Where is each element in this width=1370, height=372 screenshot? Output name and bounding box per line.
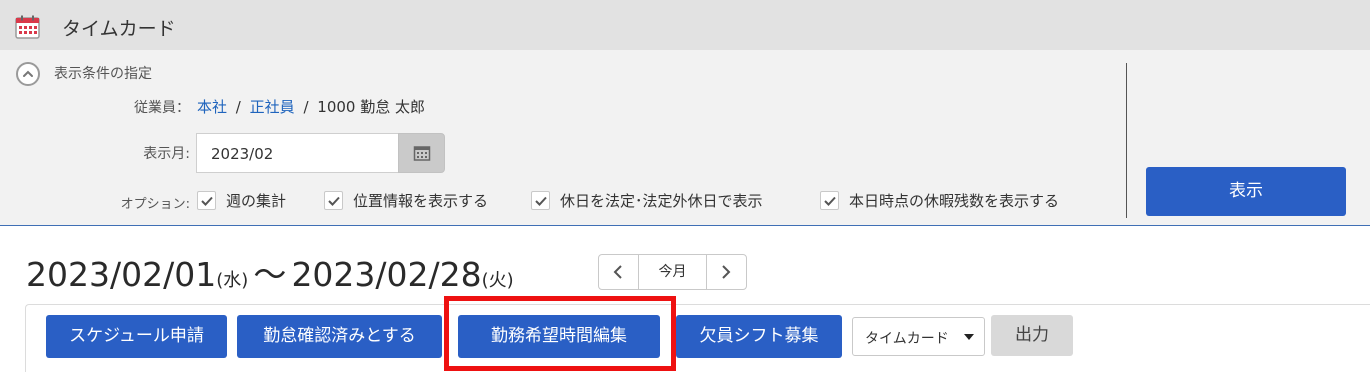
calendar-picker-button[interactable] bbox=[398, 133, 445, 173]
range-start-weekday: (水) bbox=[216, 270, 249, 291]
breadcrumb-separator: / bbox=[235, 98, 241, 116]
checkmark-icon bbox=[328, 196, 340, 206]
breadcrumb-separator: / bbox=[303, 98, 309, 116]
employee-breadcrumb: 本社 / 正社員 / 1000 勤怠 太郎 bbox=[197, 96, 425, 117]
checkmark-icon bbox=[535, 196, 547, 206]
output-button[interactable]: 出力 bbox=[991, 315, 1073, 356]
schedule-request-button[interactable]: スケジュール申請 bbox=[46, 315, 227, 358]
title-bar: タイムカード bbox=[0, 0, 1370, 50]
checkbox[interactable] bbox=[324, 191, 343, 210]
calendar-icon bbox=[413, 146, 431, 161]
highlight-box bbox=[444, 296, 676, 371]
vacancy-shift-recruit-button[interactable]: 欠員シフト募集 bbox=[676, 315, 842, 358]
employee-name: 1000 勤怠 太郎 bbox=[317, 98, 425, 116]
next-month-button[interactable] bbox=[706, 255, 746, 289]
checkbox[interactable] bbox=[531, 191, 550, 210]
collapse-toggle-button[interactable] bbox=[16, 62, 40, 86]
chevron-left-icon bbox=[613, 265, 622, 279]
month-input[interactable]: 2023/02 bbox=[196, 133, 399, 173]
filter-section-title: 表示条件の指定 bbox=[54, 66, 152, 82]
range-end-weekday: (火) bbox=[481, 270, 514, 291]
chevron-right-icon bbox=[722, 265, 731, 279]
output-format-select[interactable]: タイムカード bbox=[852, 317, 985, 356]
mark-attendance-confirmed-button[interactable]: 勤怠確認済みとする bbox=[237, 315, 442, 358]
checkbox[interactable] bbox=[197, 191, 216, 210]
select-value: タイムカード bbox=[865, 331, 949, 347]
employee-company-link[interactable]: 本社 bbox=[197, 98, 227, 116]
range-tilde: 〜 bbox=[253, 255, 287, 294]
option-label: 休日を法定･法定外休日で表示 bbox=[560, 192, 763, 210]
chevron-up-icon bbox=[23, 70, 33, 77]
employee-type-link[interactable]: 正社員 bbox=[250, 98, 295, 116]
range-end: 2023/02/28 bbox=[291, 255, 482, 294]
show-button[interactable]: 表示 bbox=[1146, 167, 1346, 216]
option-label: 本日時点の休暇残数を表示する bbox=[849, 192, 1060, 210]
checkbox[interactable] bbox=[820, 191, 839, 210]
panel-divider bbox=[1126, 63, 1127, 218]
range-start: 2023/02/01 bbox=[26, 255, 217, 294]
page-title: タイムカード bbox=[62, 18, 176, 40]
date-range-heading: 2023/02/01(水) 〜 2023/02/28(火) bbox=[26, 248, 514, 296]
option-label: 週の集計 bbox=[226, 192, 287, 210]
calendar-icon bbox=[15, 15, 40, 39]
options-label: オプション: bbox=[120, 197, 190, 212]
employee-label: 従業員： bbox=[134, 100, 190, 116]
month-pager: 今月 bbox=[598, 254, 747, 290]
current-month-button[interactable]: 今月 bbox=[639, 255, 706, 289]
checkmark-icon bbox=[201, 196, 213, 206]
checkmark-icon bbox=[824, 196, 836, 206]
option-label: 位置情報を表示する bbox=[353, 192, 489, 210]
month-label: 表示月: bbox=[143, 146, 190, 162]
previous-month-button[interactable] bbox=[599, 255, 639, 289]
caret-down-icon bbox=[964, 334, 974, 340]
